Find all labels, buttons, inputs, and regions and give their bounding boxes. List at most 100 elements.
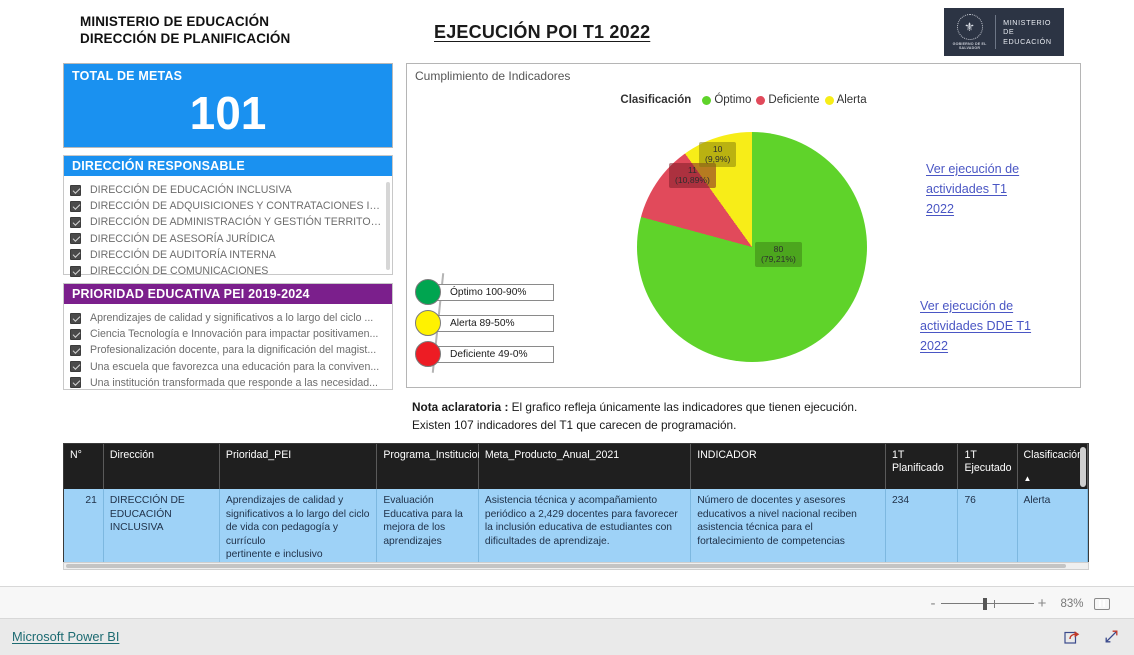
seal-glyph: ⚜ [956,13,983,40]
kpi-value: 101 [189,87,267,139]
link-card-actividades-dde-t1[interactable]: Ver ejecución de actividades DDE T1 2022 [920,296,1075,368]
cell-numero: 21 [64,489,104,567]
slicer-item[interactable]: Aprendizajes de calidad y significativos… [70,310,386,326]
zoom-slider-thumb[interactable] [983,597,987,610]
traffic-light-green-icon [415,279,441,305]
kpi-card-total-metas[interactable]: TOTAL DE METAS 101 [63,63,393,148]
zoom-slider-track [941,603,1034,604]
data-table-grid: N° Dirección Prioridad_PEI Programa_Inst… [64,444,1088,567]
slicer-direccion-responsable[interactable]: DIRECCIÓN RESPONSABLE DIRECCIÓN DE EDUCA… [63,155,393,277]
ministry-line-1: MINISTERIO DE EDUCACIÓN [80,14,270,29]
logo-gov-text: GOBIERNO DE EL SALVADOR [952,41,987,50]
note-text-1: El grafico refleja únicamente las indica… [508,400,858,414]
checkbox-checked-icon[interactable] [70,249,81,261]
slicer-item-label: Ciencia Tecnología e Innovación para imp… [90,328,379,341]
ministry-logo: ⚜ GOBIERNO DE EL SALVADOR MINISTERIO DE … [944,8,1064,56]
slicer-item-label: DIRECCIÓN DE ADQUISICIONES Y CONTRATACIO… [90,200,386,213]
ministry-heading: MINISTERIO DE EDUCACIÓN DIRECCIÓN DE PLA… [80,13,290,47]
zoom-control[interactable]: - + 83% [925,587,1110,620]
col-header-meta-producto-anual[interactable]: Meta_Producto_Anual_2021 [478,444,692,489]
logo-text-line-2: DE EDUCACIÓN [1003,27,1052,46]
zoom-slider-tick [994,599,995,608]
table-vertical-scrollbar[interactable] [1080,447,1086,487]
traffic-light-red-icon [415,341,441,367]
slicer-item[interactable]: DIRECCIÓN DE AUDITORÍA INTERNA [70,247,386,263]
checkbox-checked-icon[interactable] [70,233,81,245]
table-row[interactable]: 21 DIRECCIÓN DE EDUCACIÓN INCLUSIVA Apre… [64,489,1088,567]
checkbox-checked-icon[interactable] [70,361,81,373]
legend-item-optimo[interactable]: Óptimo [702,94,751,106]
slicer-item[interactable]: DIRECCIÓN DE ADQUISICIONES Y CONTRATACIO… [70,198,386,214]
coat-of-arms-icon: ⚜ GOBIERNO DE EL SALVADOR [951,13,988,51]
cell-direccion: DIRECCIÓN DE EDUCACIÓN INCLUSIVA [103,489,220,567]
page-title: EJECUCIÓN POI T1 2022 [434,22,651,42]
table-scrollbar-thumb[interactable] [66,564,1066,568]
col-header-prioridad-pei[interactable]: Prioridad_PEI [219,444,378,489]
slicer-item[interactable]: DIRECCIÓN DE COMUNICACIONES [70,263,386,279]
slicer-prioridad-title: PRIORIDAD EDUCATIVA PEI 2019-2024 [64,284,392,304]
pie-label-alerta-value: 10 [712,144,723,154]
fullscreen-icon[interactable] [1103,628,1120,645]
footer-bar: Microsoft Power BI [0,619,1134,655]
cell-prioridad-pei: Aprendizajes de calidad y significativos… [219,489,378,567]
slicer-item-label: DIRECCIÓN DE COMUNICACIONES [90,264,269,277]
slicer-item[interactable]: Profesionalización docente, para la dign… [70,342,386,358]
legend-label-optimo: Óptimo [714,94,752,106]
checkbox-checked-icon[interactable] [70,377,81,389]
note-line-2: Existen 107 indicadores del T1 que carec… [412,418,737,432]
chart-panel-cumplimiento[interactable]: Cumplimiento de Indicadores Clasificació… [406,63,1081,388]
col-header-numero[interactable]: N° [64,444,104,489]
col-header-direccion[interactable]: Dirección [103,444,220,489]
checkbox-checked-icon[interactable] [70,328,81,340]
checkbox-checked-icon[interactable] [70,184,81,196]
slicer-item-label: Profesionalización docente, para la dign… [90,344,377,357]
checkbox-checked-icon[interactable] [70,344,81,356]
checkbox-checked-icon[interactable] [70,216,81,228]
legend-item-deficiente[interactable]: Deficiente [756,94,820,106]
link-card-actividades-t1[interactable]: Ver ejecución de actividades T1 2022 [926,159,1074,231]
traffic-light-row-alerta: Alerta 89-50% [415,310,554,336]
slicer-item-label: DIRECCIÓN DE EDUCACIÓN INCLUSIVA [90,184,292,196]
zoom-percentage: 83% [1060,597,1084,610]
slicer-item[interactable]: Una escuela que favorezca una educación … [70,359,386,375]
legend-item-alerta[interactable]: Alerta [824,94,867,106]
slicer-item[interactable]: DIRECCIÓN DE EDUCACIÓN INCLUSIVA [70,182,386,198]
zoom-slider[interactable] [941,597,1034,610]
slicer-item[interactable]: Una institución transformada que respond… [70,375,386,391]
cell-clasificacion: Alerta [1017,489,1088,567]
col-header-indicador[interactable]: INDICADOR [690,444,886,489]
pie-chart[interactable]: 80 (79,21%) 11 (10,89%) 10 (9,9%) [637,132,867,362]
col-header-1t-ejecutado[interactable]: 1T Ejecutado [957,444,1018,489]
slicer-item-label: DIRECCIÓN DE ADMINISTRACIÓN Y GESTIÓN TE… [90,216,386,229]
link-ver-ejecucion-actividades-t1[interactable]: Ver ejecución de actividades T1 2022 [926,159,1074,219]
checkbox-checked-icon[interactable] [70,265,81,277]
traffic-light-label-alerta: Alerta 89-50% [434,314,554,332]
ministry-line-2: DIRECCIÓN DE PLANIFICACIÓN [80,31,291,46]
slicer-prioridad-educativa[interactable]: PRIORIDAD EDUCATIVA PEI 2019-2024 Aprend… [63,283,393,390]
traffic-light-row-optimo: Óptimo 100-90% [415,279,554,305]
slicer-item-label: DIRECCIÓN DE AUDITORÍA INTERNA [90,248,276,261]
col-header-programa-institucional[interactable]: Programa_Institucional [376,444,492,489]
microsoft-power-bi-link[interactable]: Microsoft Power BI [12,629,119,644]
chart-caption: Cumplimiento de Indicadores [415,69,571,83]
note-label: Nota aclaratoria : [412,400,509,414]
cell-1t-planificado: 234 [885,489,959,567]
zoom-in-button[interactable]: + [1034,596,1050,611]
slicer-direccion-title: DIRECCIÓN RESPONSABLE [64,156,392,176]
slicer-item[interactable]: DIRECCIÓN DE ASESORÍA JURÍDICA [70,231,386,247]
sort-ascending-icon[interactable]: ▲ [1024,472,1032,485]
slicer-item[interactable]: DIRECCIÓN DE ADMINISTRACIÓN Y GESTIÓN TE… [70,214,386,230]
slicer-scrollbar[interactable] [386,182,390,270]
data-table[interactable]: N° Dirección Prioridad_PEI Programa_Inst… [63,443,1089,569]
slicer-item[interactable]: Ciencia Tecnología e Innovación para imp… [70,326,386,342]
checkbox-checked-icon[interactable] [70,200,81,212]
col-header-clasificacion[interactable]: Clasificación ▲ [1017,444,1088,489]
fit-to-page-icon[interactable] [1094,597,1110,610]
zoom-out-button[interactable]: - [925,596,941,611]
checkbox-checked-icon[interactable] [70,312,81,324]
share-icon[interactable] [1064,628,1081,645]
col-header-1t-planificado[interactable]: 1T Planificado [885,444,959,489]
chart-legend: Clasificación Óptimo Deficiente Alerta [407,94,1080,106]
table-horizontal-scrollbar[interactable] [63,562,1089,570]
link-ver-ejecucion-actividades-dde-t1[interactable]: Ver ejecución de actividades DDE T1 2022 [920,296,1075,356]
